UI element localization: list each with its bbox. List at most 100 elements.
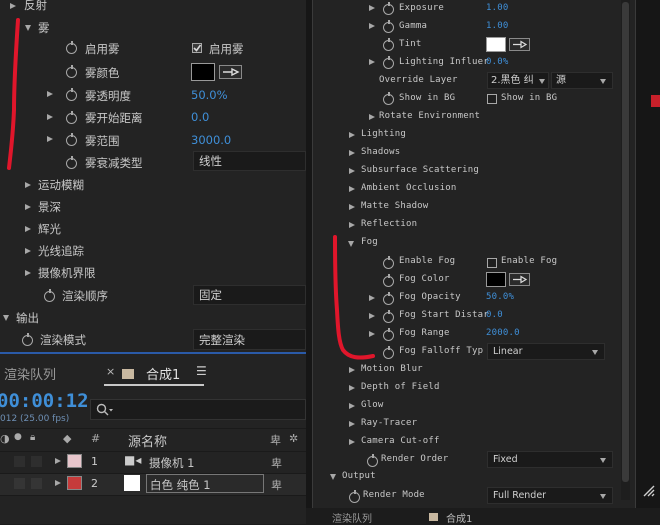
exposure-value[interactable]: 1.00 (486, 3, 508, 13)
expand-triangle-icon[interactable] (369, 23, 375, 29)
expand-triangle-icon[interactable] (25, 182, 31, 188)
fog-opacity-value[interactable]: 50.0% (486, 292, 514, 302)
close-tab-icon[interactable]: × (106, 365, 115, 378)
stopwatch-icon[interactable] (44, 289, 55, 302)
prop-depth-of-field[interactable]: 景深 (25, 199, 61, 215)
prop-camera-cutoff[interactable]: 摄像机界限 (25, 265, 96, 281)
collapse-triangle-icon[interactable] (330, 474, 336, 480)
shy-icon[interactable]: 卑 (270, 432, 281, 448)
tint-color-swatch[interactable] (486, 37, 506, 52)
shy-icon[interactable]: 卑 (271, 477, 282, 493)
fog-falloff-dropdown[interactable]: Linear (487, 343, 605, 360)
render-order-dropdown[interactable]: 固定 (193, 285, 306, 305)
prop-fog-group[interactable]: 雾 (25, 20, 50, 36)
stopwatch-icon[interactable] (66, 111, 77, 124)
lock-toggle[interactable] (31, 456, 42, 467)
render-order-dropdown[interactable]: Fixed (487, 451, 613, 468)
video-switch-icon[interactable]: ◑ (0, 432, 10, 445)
solo-toggle[interactable] (14, 456, 25, 467)
override-source-dropdown[interactable]: 源 (551, 72, 613, 89)
prop-glow[interactable]: 辉光 (25, 221, 61, 237)
stopwatch-icon[interactable] (383, 274, 394, 287)
stopwatch-icon[interactable] (383, 38, 394, 51)
vertical-scrollbar[interactable] (621, 0, 630, 500)
prop-subsurface-scattering[interactable]: Subsurface Scattering (361, 165, 479, 175)
expand-triangle-icon[interactable] (349, 186, 355, 192)
prop-motion-blur[interactable]: 运动模糊 (25, 177, 84, 193)
stopwatch-icon[interactable] (66, 41, 77, 54)
render-mode-dropdown[interactable]: 完整渲染 (193, 329, 306, 350)
lighting-influence-value[interactable]: 0.0% (486, 57, 508, 67)
prop-lighting[interactable]: Lighting (361, 129, 406, 139)
prop-reflection[interactable]: Reflection (361, 219, 417, 229)
stopwatch-icon[interactable] (383, 310, 394, 323)
expand-triangle-icon[interactable] (55, 480, 61, 486)
expand-triangle-icon[interactable] (349, 421, 355, 427)
stopwatch-icon[interactable] (66, 65, 77, 78)
expand-triangle-icon[interactable] (10, 3, 16, 9)
stopwatch-icon[interactable] (367, 454, 378, 467)
layer-row[interactable]: 1 ■◂ 摄像机 1 卑 (0, 452, 306, 474)
stopwatch-icon[interactable] (383, 2, 394, 15)
prop-matte-shadow[interactable]: Matte Shadow (361, 201, 428, 211)
collapse-triangle-icon[interactable] (348, 241, 354, 247)
lock-icon[interactable]: 🔒︎ (30, 432, 35, 443)
label-tag-icon[interactable]: ◆ (63, 432, 71, 445)
expand-triangle-icon[interactable] (55, 458, 61, 464)
stopwatch-icon[interactable] (66, 133, 77, 146)
resize-corner[interactable] (640, 484, 658, 500)
expand-triangle-icon[interactable] (349, 204, 355, 210)
solo-icon[interactable]: ● (14, 432, 22, 442)
expand-triangle-icon[interactable] (349, 132, 355, 138)
expand-triangle-icon[interactable] (349, 222, 355, 228)
eyedropper-button[interactable] (219, 65, 242, 79)
expand-triangle-icon[interactable] (349, 403, 355, 409)
expand-triangle-icon[interactable] (25, 248, 31, 254)
stopwatch-icon[interactable] (22, 333, 33, 346)
prop-depth-of-field[interactable]: Depth of Field (361, 382, 440, 392)
stopwatch-icon[interactable] (383, 346, 394, 359)
enable-fog-checkbox[interactable] (487, 258, 497, 268)
expand-triangle-icon[interactable] (369, 5, 375, 11)
shy-icon[interactable]: 卑 (271, 455, 282, 471)
solo-toggle[interactable] (14, 478, 25, 489)
fog-range-value[interactable]: 2000.0 (486, 328, 520, 338)
expand-triangle-icon[interactable] (349, 168, 355, 174)
expand-triangle-icon[interactable] (349, 385, 355, 391)
stopwatch-icon[interactable] (349, 490, 360, 503)
fog-start-value[interactable]: 0.0 (486, 310, 503, 320)
layer-name[interactable]: 摄像机 1 (149, 455, 194, 471)
fog-range-value[interactable]: 3000.0 (191, 133, 231, 147)
collapse-triangle-icon[interactable] (25, 25, 31, 31)
eyedropper-button[interactable] (509, 38, 530, 51)
tab-comp[interactable]: 合成1 (146, 364, 180, 383)
expand-triangle-icon[interactable] (47, 91, 53, 97)
expand-triangle-icon[interactable] (349, 439, 355, 445)
prop-motion-blur[interactable]: Motion Blur (361, 364, 423, 374)
collapse-triangle-icon[interactable] (3, 315, 9, 321)
fog-color-swatch[interactable] (486, 272, 506, 287)
tab-render-queue-bottom[interactable]: 渲染队列 (332, 510, 372, 525)
menu-icon[interactable]: ☰ (196, 364, 207, 378)
expand-triangle-icon[interactable] (47, 114, 53, 120)
lock-toggle[interactable] (31, 478, 42, 489)
prop-ambient-occlusion[interactable]: Ambient Occlusion (361, 183, 457, 193)
stopwatch-icon[interactable] (383, 92, 394, 105)
expand-triangle-icon[interactable] (369, 59, 375, 65)
fog-color-swatch[interactable] (191, 63, 215, 81)
search-input[interactable] (90, 399, 306, 420)
prop-glow[interactable]: Glow (361, 400, 383, 410)
fog-falloff-dropdown[interactable]: 线性 (193, 151, 306, 171)
layer-label-color[interactable] (67, 454, 82, 468)
expand-triangle-icon[interactable] (349, 367, 355, 373)
stopwatch-icon[interactable] (383, 256, 394, 269)
effects-switch-icon[interactable]: ✲ (289, 432, 298, 445)
layer-label-color[interactable] (67, 476, 82, 490)
expand-triangle-icon[interactable] (369, 114, 375, 120)
prop-ray-tracer[interactable]: 光线追踪 (25, 243, 84, 259)
prop-output-group[interactable]: 输出 (3, 310, 39, 326)
expand-triangle-icon[interactable] (25, 226, 31, 232)
stopwatch-icon[interactable] (383, 20, 394, 33)
tab-render-queue[interactable]: 渲染队列 (4, 364, 56, 383)
prop-ray-tracer[interactable]: Ray-Tracer (361, 418, 417, 428)
